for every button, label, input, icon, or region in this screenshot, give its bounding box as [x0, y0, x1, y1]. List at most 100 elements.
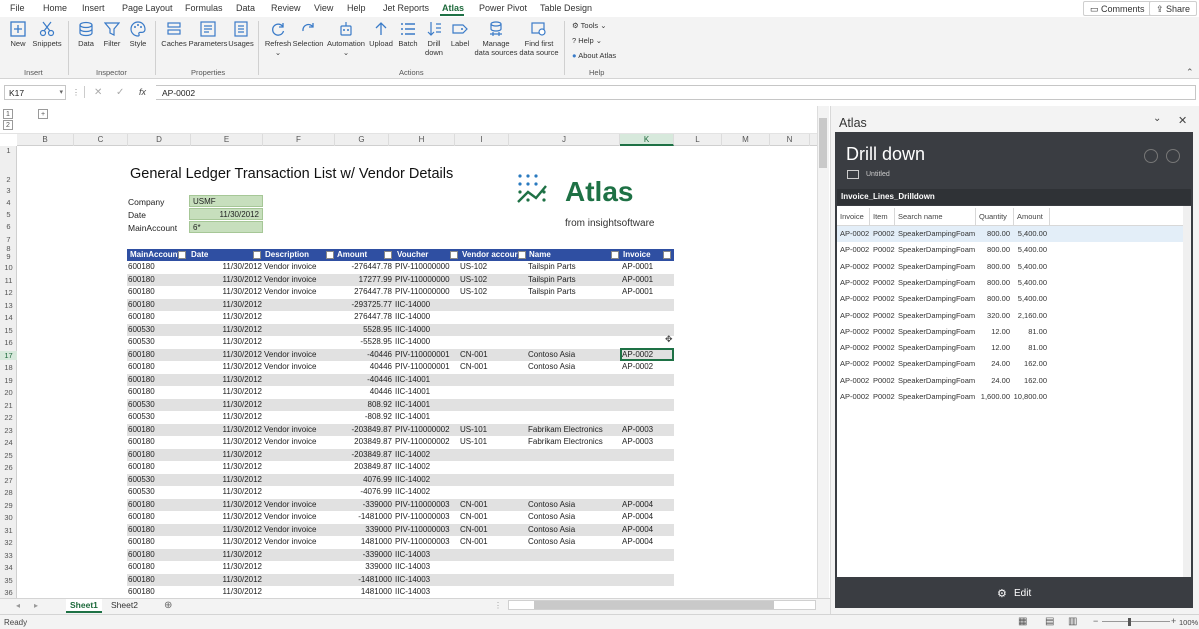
settings-icon[interactable] — [1166, 149, 1180, 163]
cell-voucher[interactable]: PIV-110000003 — [395, 511, 459, 524]
horizontal-scroll-thumb[interactable] — [534, 601, 774, 609]
cell-voucher[interactable]: IIC-14000 — [395, 299, 459, 312]
drilldown-row[interactable]: AP-0002 P0002 SpeakerDampingFoam 800.00 5,40… — [837, 275, 1191, 291]
cell-name[interactable]: Tailspin Parts — [528, 286, 618, 299]
cell-date[interactable]: 11/30/2012 — [189, 574, 262, 587]
table-row[interactable]: 600180 11/30/2012 1481000 IIC-14003 — [127, 586, 674, 599]
row-header[interactable]: 6 — [0, 222, 17, 231]
cell-voucher[interactable]: PIV-110000001 — [395, 361, 459, 374]
zoom-out-icon[interactable]: − — [1093, 616, 1098, 626]
row-header[interactable]: 28 — [0, 488, 17, 497]
filter-dropdown-icon[interactable] — [611, 251, 619, 259]
menu-file[interactable]: File — [10, 3, 25, 13]
style-button[interactable]: Style — [127, 21, 149, 48]
cell-amount[interactable]: -1481000 — [327, 511, 392, 524]
cell-date[interactable]: 11/30/2012 — [189, 299, 262, 312]
cell-invoice[interactable]: AP-0003 — [622, 436, 672, 449]
data-button[interactable]: Data — [76, 21, 96, 48]
menu-insert[interactable]: Insert — [82, 3, 105, 13]
menu-atlas[interactable]: Atlas — [442, 3, 464, 13]
cell-voucher[interactable]: PIV-110000003 — [395, 536, 459, 549]
cell-amount[interactable]: 40446 — [327, 361, 392, 374]
row-header[interactable]: 10 — [0, 263, 17, 272]
table-row[interactable]: 600530 11/30/2012 4076.99 IIC-14002 — [127, 473, 674, 486]
cell-voucher[interactable]: IIC-14000 — [395, 336, 459, 349]
cell-vendor-account[interactable]: US-102 — [460, 286, 520, 299]
table-row[interactable]: 600180 11/30/2012 -40446 IIC-14001 — [127, 373, 674, 387]
cell-voucher[interactable]: PIV-110000002 — [395, 436, 459, 449]
cell-date[interactable]: 11/30/2012 — [189, 549, 262, 562]
cell-vendor-account[interactable]: CN-001 — [460, 524, 520, 537]
cell-amount[interactable]: -808.92 — [327, 411, 392, 424]
row-header[interactable]: 25 — [0, 451, 17, 460]
cell-voucher[interactable]: PIV-110000002 — [395, 424, 459, 437]
cell-mainaccount[interactable]: 600180 — [128, 424, 186, 437]
cell-date[interactable]: 11/30/2012 — [189, 536, 262, 549]
tab-sheet1[interactable]: Sheet1 — [66, 599, 102, 613]
row-header[interactable]: 36 — [0, 588, 17, 597]
cell-date[interactable]: 11/30/2012 — [189, 561, 262, 574]
cell-invoice[interactable]: AP-0001 — [622, 274, 672, 287]
column-header-n[interactable]: N — [770, 134, 810, 146]
row-header-selected[interactable]: 17 — [0, 351, 17, 360]
drilldown-row[interactable]: AP-0002 P0002 SpeakerDampingFoam 12.00 81.00 — [837, 340, 1191, 356]
row-header[interactable]: 24 — [0, 438, 17, 447]
cell-amount[interactable]: 203849.87 — [327, 436, 392, 449]
pane-scrollbar[interactable] — [1183, 206, 1191, 577]
cell-date[interactable]: 11/30/2012 — [189, 374, 262, 387]
filter-dropdown-icon[interactable] — [450, 251, 458, 259]
row-header[interactable]: 9 — [0, 252, 17, 261]
next-sheet-icon[interactable]: ▸ — [34, 601, 38, 610]
cell-voucher[interactable]: IIC-14001 — [395, 399, 459, 412]
row-header[interactable]: 1 — [0, 146, 17, 155]
drilldown-col-item[interactable]: Item — [870, 208, 895, 226]
cell-date[interactable]: 11/30/2012 — [189, 386, 262, 399]
selection-button[interactable]: Selection — [292, 21, 324, 48]
column-header-m[interactable]: M — [722, 134, 770, 146]
close-icon[interactable]: ✕ — [1178, 114, 1187, 127]
drilldown-row[interactable]: AP-0002 P0002 SpeakerDampingFoam 12.00 81.00 — [837, 324, 1191, 340]
table-row[interactable]: 600180 11/30/2012 Vendor invoice 40446 PIV-1… — [127, 361, 674, 374]
cell-name[interactable]: Tailspin Parts — [528, 274, 618, 287]
zoom-slider[interactable] — [1102, 621, 1170, 622]
cell-date[interactable]: 11/30/2012 — [189, 324, 262, 337]
cell-vendor-account[interactable]: CN-001 — [460, 361, 520, 374]
cell-vendor-account[interactable]: US-101 — [460, 436, 520, 449]
menu-view[interactable]: View — [314, 3, 333, 13]
row-header[interactable]: 7 — [0, 235, 17, 244]
cell-mainaccount[interactable]: 600180 — [128, 311, 186, 324]
table-row[interactable]: 600180 11/30/2012 40446 IIC-14001 — [127, 386, 674, 399]
cell-mainaccount[interactable]: 600180 — [128, 386, 186, 399]
row-header[interactable]: 4 — [0, 198, 17, 207]
cell-vendor-account[interactable]: CN-001 — [460, 499, 520, 512]
table-row[interactable]: 600180 11/30/2012 Vendor invoice -203849.87… — [127, 423, 674, 437]
cell-description[interactable]: Vendor invoice — [264, 536, 330, 549]
cell-description[interactable]: Vendor invoice — [264, 524, 330, 537]
row-header[interactable]: 18 — [0, 363, 17, 372]
name-box[interactable]: K17 ▾ — [4, 85, 66, 100]
cell-mainaccount[interactable]: 600180 — [128, 499, 186, 512]
cell-voucher[interactable]: IIC-14000 — [395, 311, 459, 324]
cell-voucher[interactable]: IIC-14003 — [395, 561, 459, 574]
drilldown-col-invoice[interactable]: Invoice — [837, 208, 870, 226]
cell-amount[interactable]: 1481000 — [327, 586, 392, 599]
cell-date[interactable]: 11/30/2012 — [189, 449, 262, 462]
drilldown-row[interactable]: AP-0002 P0002 SpeakerDampingFoam 24.00 162.0… — [837, 373, 1191, 389]
row-header[interactable]: 12 — [0, 288, 17, 297]
caches-button[interactable]: Caches — [161, 21, 187, 48]
row-header[interactable]: 27 — [0, 476, 17, 485]
cell-voucher[interactable]: IIC-14001 — [395, 386, 459, 399]
cell-date[interactable]: 11/30/2012 — [189, 336, 262, 349]
cell-vendor-account[interactable]: CN-001 — [460, 511, 520, 524]
menu-page-layout[interactable]: Page Layout — [122, 3, 173, 13]
formula-input[interactable]: AP-0002 — [156, 85, 1196, 100]
menu-data[interactable]: Data — [236, 3, 255, 13]
cell-date[interactable]: 11/30/2012 — [189, 486, 262, 499]
cell-name[interactable]: Fabrikam Electronics — [528, 424, 618, 437]
cell-voucher[interactable]: IIC-14001 — [395, 374, 459, 387]
cell-name[interactable]: Contoso Asia — [528, 349, 618, 362]
share-button[interactable]: ⇪ Share — [1149, 1, 1198, 16]
cell-amount[interactable]: 276447.78 — [327, 311, 392, 324]
cell-name[interactable]: Fabrikam Electronics — [528, 436, 618, 449]
cell-amount[interactable]: -276447.78 — [327, 261, 392, 274]
